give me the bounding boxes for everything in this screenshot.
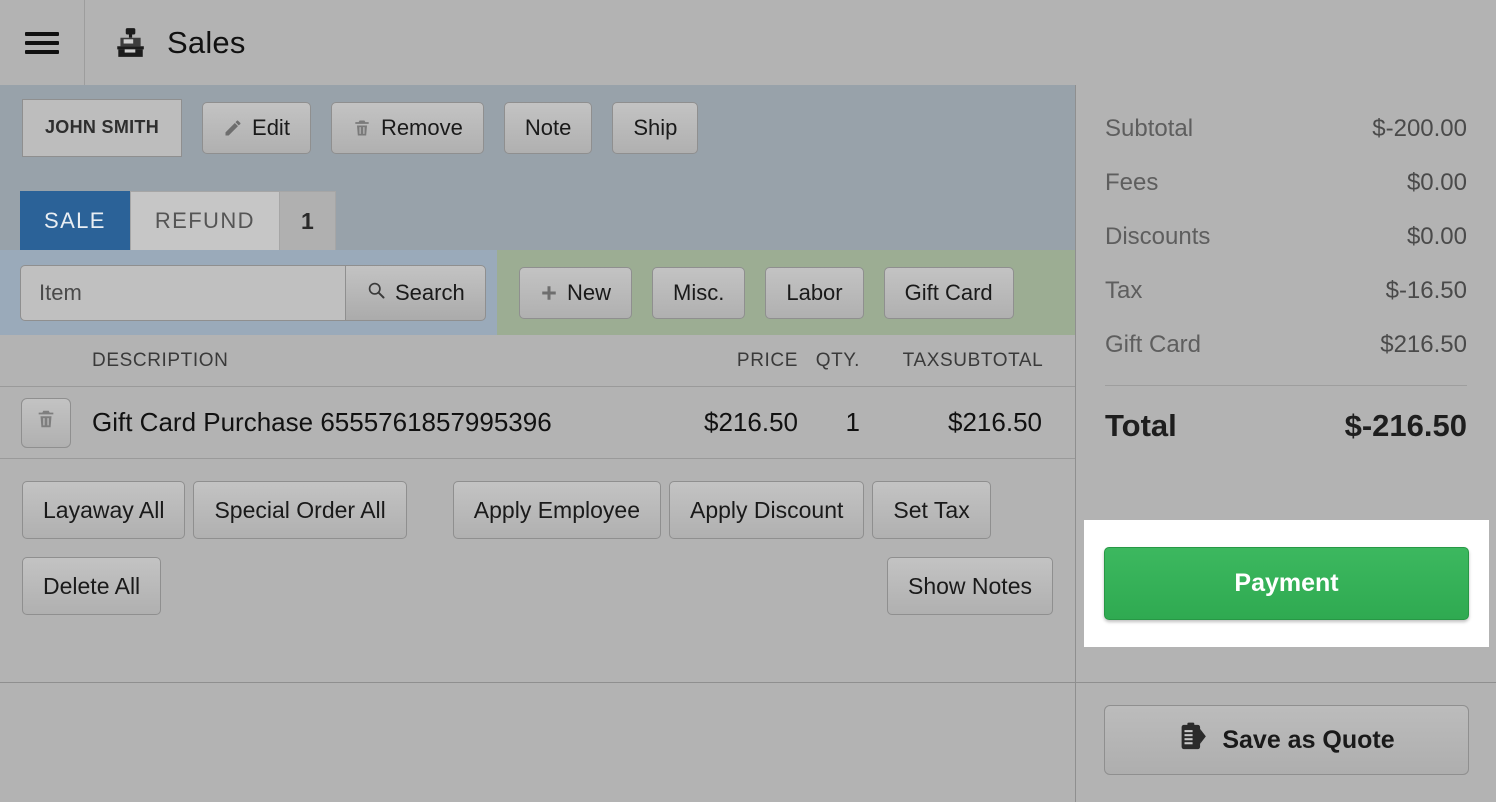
cash-register-icon [117,27,144,57]
totals-divider [1105,385,1467,386]
totals-row-total: Total $-216.50 [1105,408,1467,444]
trash-icon [352,117,372,139]
trash-icon [35,407,57,438]
search-button-label: Search [395,279,465,305]
ship-button[interactable]: Ship [612,101,699,154]
save-as-quote-label: Save as Quote [1222,725,1395,754]
special-order-all-button[interactable]: Special Order All [193,481,407,539]
totals-sidebar: Subtotal $-200.00 Fees $0.00 Discounts $… [1075,85,1496,802]
totals-value-discounts: $0.00 [1406,223,1467,250]
hamburger-menu-icon [25,27,59,59]
layaway-all-button[interactable]: Layaway All [22,481,186,539]
bulk-actions-row-1: Layaway All Special Order All Apply Empl… [0,481,1075,539]
header-title-group: Sales [85,0,246,85]
labor-button[interactable]: Labor [765,266,864,319]
magnifier-icon [366,280,386,306]
tab-refund-badge: 1 [279,191,336,250]
page-title: Sales [167,24,246,60]
payment-highlight-frame: Payment [1084,520,1489,647]
remove-button[interactable]: Remove [330,101,484,154]
note-button[interactable]: Note [503,101,593,154]
column-header-description: DESCRIPTION [92,349,229,371]
customer-toolbar: JOHN SMITH Edit Remove Note Ship [0,85,1075,170]
payment-button[interactable]: Payment [1104,547,1469,620]
plus-icon [540,284,558,302]
set-tax-button[interactable]: Set Tax [872,481,991,539]
totals-row-gift-card: Gift Card $216.50 [1105,331,1467,359]
totals-label-subtotal: Subtotal [1105,115,1194,142]
column-header-tax: TAX [902,349,940,371]
tab-sale[interactable]: SALE [20,191,130,250]
main-bottom-divider [0,682,1075,683]
line-items-header: DESCRIPTION PRICE QTY. TAX SUBTOTAL [0,335,1075,387]
edit-button[interactable]: Edit [202,101,311,154]
transaction-tabs: SALE REFUND 1 [0,170,1075,250]
tab-refund[interactable]: REFUND [129,191,280,250]
pencil-icon [223,118,243,138]
column-header-subtotal: SUBTOTAL [940,349,1044,371]
totals-label-fees: Fees [1105,169,1159,196]
quote-clipboard-icon [1178,722,1207,759]
hamburger-menu-button[interactable] [0,0,85,85]
column-header-qty: QTY. [815,349,860,371]
customer-button[interactable]: JOHN SMITH [22,98,183,157]
save-quote-area: Save as Quote [1076,705,1496,775]
row-subtotal: $216.50 [948,407,1042,437]
edit-button-label: Edit [252,114,290,140]
item-entry-band: Search New Misc. Labor Gift Card [0,250,1075,335]
sidebar-bottom-divider [1076,682,1496,683]
totals-label-total: Total [1105,408,1177,443]
totals-value-tax: $-16.50 [1385,277,1467,304]
totals-row-fees: Fees $0.00 [1105,169,1467,197]
totals-label-tax: Tax [1105,277,1143,304]
row-delete-cell [0,397,92,448]
totals-value-total: $-216.50 [1344,408,1467,443]
search-button[interactable]: Search [345,264,486,321]
gift-card-button[interactable]: Gift Card [883,266,1014,319]
save-as-quote-button[interactable]: Save as Quote [1104,705,1469,775]
new-item-button[interactable]: New [519,266,633,319]
totals-value-fees: $0.00 [1406,169,1467,196]
quick-add-area: New Misc. Labor Gift Card [497,250,1075,335]
totals-label-discounts: Discounts [1105,223,1211,250]
sale-main-column: JOHN SMITH Edit Remove Note Ship SALE RE… [0,85,1075,802]
app-header: Sales [0,0,1496,85]
remove-button-label: Remove [380,114,463,140]
item-search-area: Search [0,250,497,335]
row-qty: 1 [845,407,860,437]
column-header-price: PRICE [736,349,798,371]
show-notes-button[interactable]: Show Notes [886,557,1053,615]
apply-employee-button[interactable]: Apply Employee [452,481,661,539]
totals-label-gift-card: Gift Card [1105,331,1202,358]
delete-all-button[interactable]: Delete All [22,557,162,615]
totals-row-discounts: Discounts $0.00 [1105,223,1467,251]
totals-value-subtotal: $-200.00 [1372,115,1467,142]
totals-row-tax: Tax $-16.50 [1105,277,1467,305]
bulk-actions: Layaway All Special Order All Apply Empl… [0,459,1075,615]
table-row[interactable]: Gift Card Purchase 6555761857995396 $216… [0,387,1075,459]
totals-value-gift-card: $216.50 [1380,331,1467,358]
sales-screen: Sales JOHN SMITH Edit Remove Note Ship S… [0,0,1496,802]
totals-row-subtotal: Subtotal $-200.00 [1105,115,1467,143]
totals-list: Subtotal $-200.00 Fees $0.00 Discounts $… [1076,85,1496,444]
misc-button[interactable]: Misc. [652,266,746,319]
search-input[interactable] [20,264,345,321]
new-item-button-label: New [567,279,612,305]
bulk-actions-row-2: Delete All Show Notes [0,557,1075,615]
delete-line-item-button[interactable] [21,397,71,448]
apply-discount-button[interactable]: Apply Discount [668,481,865,539]
row-description: Gift Card Purchase 6555761857995396 [92,407,552,437]
row-price: $216.50 [704,407,798,437]
item-search-group: Search [20,264,486,321]
